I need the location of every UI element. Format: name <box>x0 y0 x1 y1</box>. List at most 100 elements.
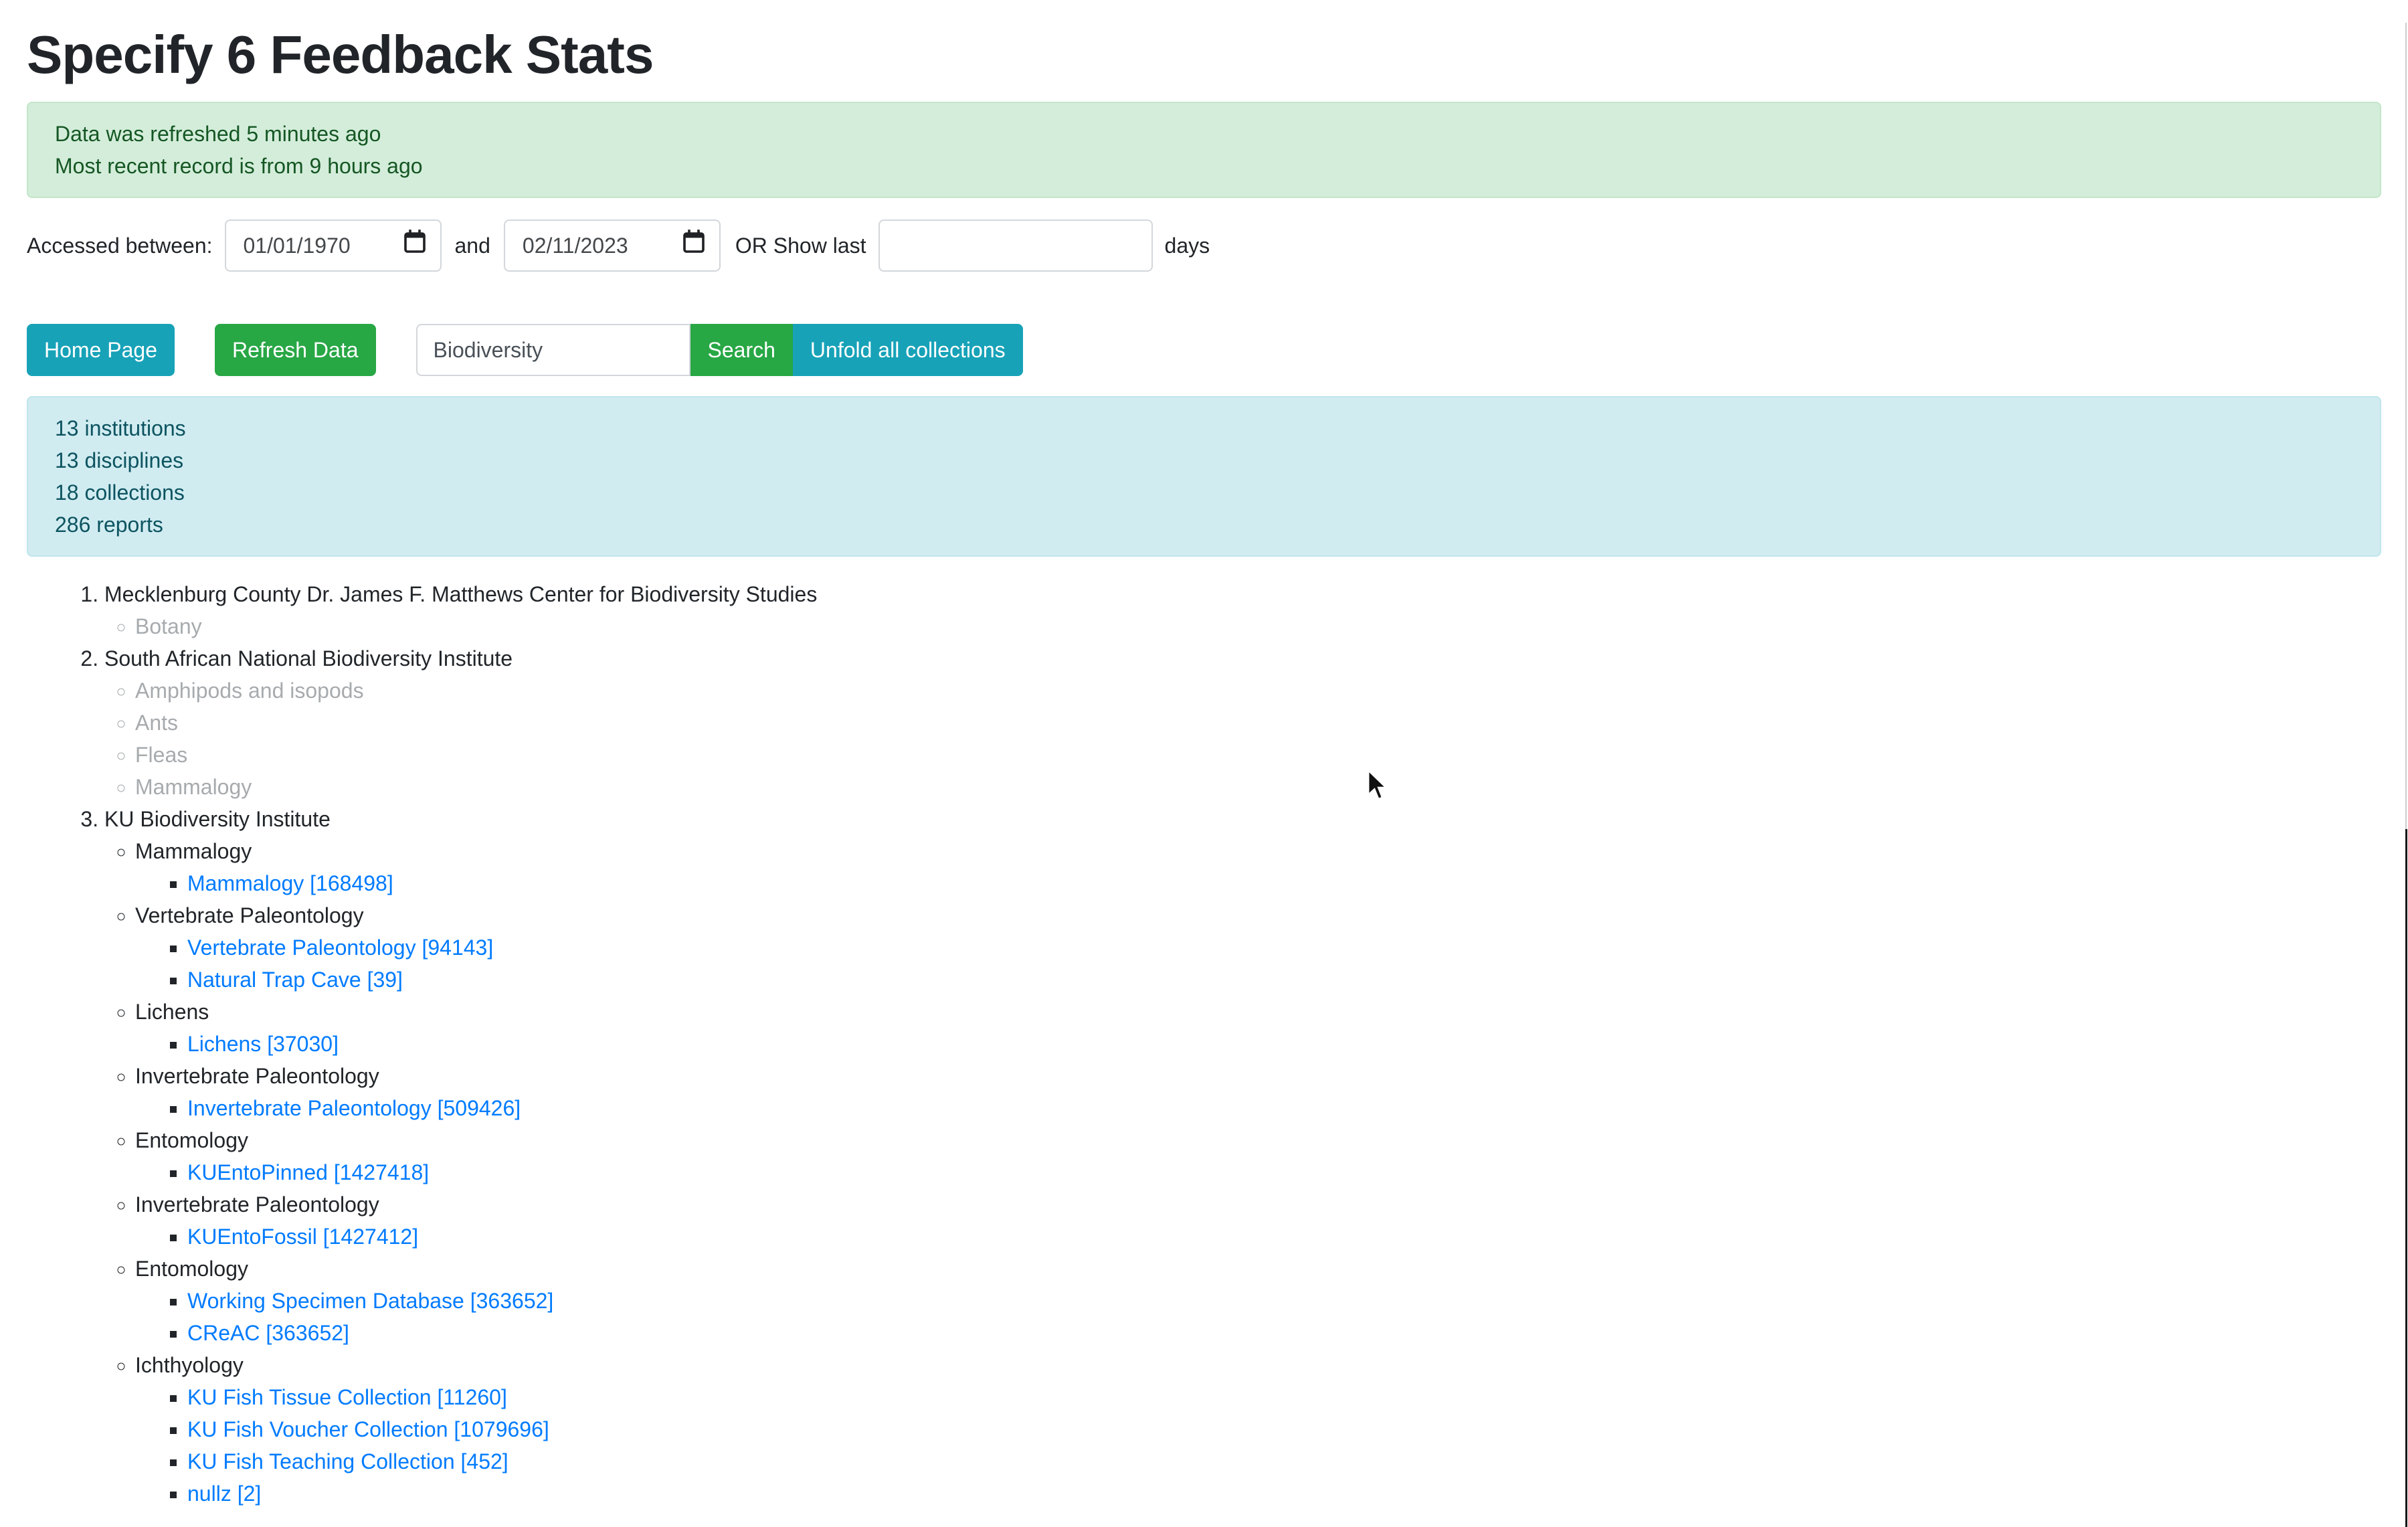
discipline-item: Entomology KUEntoPinned [1427418] <box>135 1124 2381 1188</box>
collections-count: 18 collections <box>55 476 2353 509</box>
collection-link[interactable]: KU Fish Voucher Collection [1079696] <box>187 1417 549 1441</box>
collection-item: Vertebrate Paleontology [94143] <box>187 931 2381 964</box>
collection-link[interactable]: Mammalogy [168498] <box>187 871 393 895</box>
search-button[interactable]: Search <box>690 324 793 376</box>
discipline-item: Mammalogy <box>135 771 2381 803</box>
discipline-item: Ichthyology KU Fish Tissue Collection [11… <box>135 1349 2381 1510</box>
institution-name: South African National Biodiversity Inst… <box>104 646 513 670</box>
calendar-icon[interactable] <box>682 229 706 263</box>
collections-list: Mammalogy [168498] <box>135 867 2381 899</box>
disciplines-list: Mammalogy Mammalogy [168498] Vertebrate Pa… <box>104 835 2381 1510</box>
collections-list: KUEntoFossil [1427412] <box>135 1221 2381 1253</box>
discipline-item: Entomology Working Specimen Database [363… <box>135 1253 2381 1349</box>
discipline-name: Entomology <box>135 1128 248 1152</box>
reports-count: 286 reports <box>55 509 2353 541</box>
collection-item: Lichens [37030] <box>187 1028 2381 1060</box>
collection-link[interactable]: nullz [2] <box>187 1481 261 1506</box>
discipline-name: Invertebrate Paleontology <box>135 1192 379 1217</box>
collection-item: Natural Trap Cave [39] <box>187 964 2381 996</box>
search-input[interactable]: Biodiversity <box>416 324 690 376</box>
collection-item: KU Fish Voucher Collection [1079696] <box>187 1413 2381 1445</box>
collection-link[interactable]: Natural Trap Cave [39] <box>187 968 403 992</box>
or-show-last-label: OR Show last <box>735 230 866 262</box>
discipline-item: Invertebrate Paleontology KUEntoFossil [1… <box>135 1188 2381 1253</box>
show-last-days-input[interactable] <box>878 219 1153 272</box>
institution-name: Mecklenburg County Dr. James F. Matthews… <box>104 582 817 606</box>
collection-item: nullz [2] <box>187 1477 2381 1510</box>
collection-link[interactable]: Invertebrate Paleontology [509426] <box>187 1096 521 1120</box>
discipline-name: Invertebrate Paleontology <box>135 1064 379 1088</box>
date-filter-row: Accessed between: 01/01/1970 and 02/11/2… <box>27 219 2381 272</box>
disciplines-count: 13 disciplines <box>55 444 2353 476</box>
end-date-input[interactable]: 02/11/2023 <box>504 219 721 272</box>
discipline-item: Fleas <box>135 739 2381 771</box>
scrollbar-track <box>2405 23 2407 829</box>
and-label: and <box>455 230 490 262</box>
search-group: Biodiversity Search Unfold all collectio… <box>416 324 1023 376</box>
institution-name: KU Biodiversity Institute <box>104 807 331 831</box>
discipline-item: Ants <box>135 707 2381 739</box>
collection-item: Working Specimen Database [363652] <box>187 1285 2381 1317</box>
start-date-value: 01/01/1970 <box>244 230 351 262</box>
institution-item: KU Biodiversity InstituteMammalogyMammal… <box>104 803 2381 1510</box>
collection-item: Invertebrate Paleontology [509426] <box>187 1092 2381 1124</box>
scrollbar-thumb[interactable] <box>2405 829 2407 1527</box>
collection-item: KUEntoPinned [1427418] <box>187 1156 2381 1188</box>
discipline-name: Ichthyology <box>135 1353 244 1377</box>
collection-item: KUEntoFossil [1427412] <box>187 1221 2381 1253</box>
disciplines-list: Amphipods and isopods Ants Fleas Mammalogy <box>104 675 2381 803</box>
discipline-name: Mammalogy <box>135 839 252 863</box>
collection-item: Mammalogy [168498] <box>187 867 2381 899</box>
disciplines-list: Botany <box>104 610 2381 642</box>
collection-link[interactable]: Vertebrate Paleontology [94143] <box>187 935 493 960</box>
unfold-all-collections-button[interactable]: Unfold all collections <box>793 324 1023 376</box>
end-date-value: 02/11/2023 <box>523 230 628 262</box>
discipline-name: Mammalogy <box>135 775 252 799</box>
collections-list: KUEntoPinned [1427418] <box>135 1156 2381 1188</box>
discipline-name: Entomology <box>135 1257 248 1281</box>
discipline-item: Amphipods and isopods <box>135 675 2381 707</box>
discipline-item: Lichens Lichens [37030] <box>135 996 2381 1060</box>
institutions-list: Mecklenburg County Dr. James F. Matthews… <box>27 578 2381 1510</box>
data-refreshed-text: Data was refreshed 5 minutes ago <box>55 118 2353 150</box>
calendar-icon[interactable] <box>403 229 427 263</box>
discipline-name: Vertebrate Paleontology <box>135 903 364 927</box>
institutions-count: 13 institutions <box>55 412 2353 444</box>
collection-item: KU Fish Teaching Collection [452] <box>187 1445 2381 1477</box>
discipline-name: Amphipods and isopods <box>135 679 364 703</box>
discipline-item: Mammalogy Mammalogy [168498] <box>135 835 2381 899</box>
toolbar: Home Page Refresh Data Biodiversity Sear… <box>27 324 2381 376</box>
home-page-button[interactable]: Home Page <box>27 324 175 376</box>
collections-list: Invertebrate Paleontology [509426] <box>135 1092 2381 1124</box>
collection-link[interactable]: Working Specimen Database [363652] <box>187 1289 553 1313</box>
most-recent-record-text: Most recent record is from 9 hours ago <box>55 150 2353 182</box>
discipline-item: Invertebrate Paleontology Invertebrate Pa… <box>135 1060 2381 1124</box>
discipline-name: Ants <box>135 711 178 735</box>
collections-list: Vertebrate Paleontology [94143] Natural T… <box>135 931 2381 996</box>
start-date-input[interactable]: 01/01/1970 <box>225 219 442 272</box>
mouse-cursor <box>1367 770 1391 813</box>
refresh-status-alert: Data was refreshed 5 minutes ago Most re… <box>27 102 2381 198</box>
page-title: Specify 6 Feedback Stats <box>27 23 2381 87</box>
collection-link[interactable]: KUEntoFossil [1427412] <box>187 1225 418 1249</box>
discipline-name: Botany <box>135 614 202 638</box>
collections-list: Lichens [37030] <box>135 1028 2381 1060</box>
discipline-item: Botany <box>135 610 2381 642</box>
discipline-item: Vertebrate Paleontology Vertebrate Paleon… <box>135 899 2381 996</box>
collection-link[interactable]: KU Fish Tissue Collection [11260] <box>187 1385 507 1409</box>
collection-link[interactable]: KU Fish Teaching Collection [452] <box>187 1449 508 1473</box>
collection-item: KU Fish Tissue Collection [11260] <box>187 1381 2381 1413</box>
institution-item: South African National Biodiversity Inst… <box>104 642 2381 803</box>
collection-link[interactable]: KUEntoPinned [1427418] <box>187 1160 429 1184</box>
days-label: days <box>1165 230 1210 262</box>
search-input-value: Biodiversity <box>434 334 543 366</box>
refresh-data-button[interactable]: Refresh Data <box>215 324 376 376</box>
collections-list: Working Specimen Database [363652] CReAC … <box>135 1285 2381 1349</box>
page: Specify 6 Feedback Stats Data was refres… <box>0 23 2408 1510</box>
collection-link[interactable]: Lichens [37030] <box>187 1032 339 1056</box>
collection-item: CReAC [363652] <box>187 1317 2381 1349</box>
discipline-name: Lichens <box>135 1000 209 1024</box>
discipline-name: Fleas <box>135 743 187 767</box>
collection-link[interactable]: CReAC [363652] <box>187 1321 349 1345</box>
stats-summary-box: 13 institutions 13 disciplines 18 collec… <box>27 396 2381 557</box>
